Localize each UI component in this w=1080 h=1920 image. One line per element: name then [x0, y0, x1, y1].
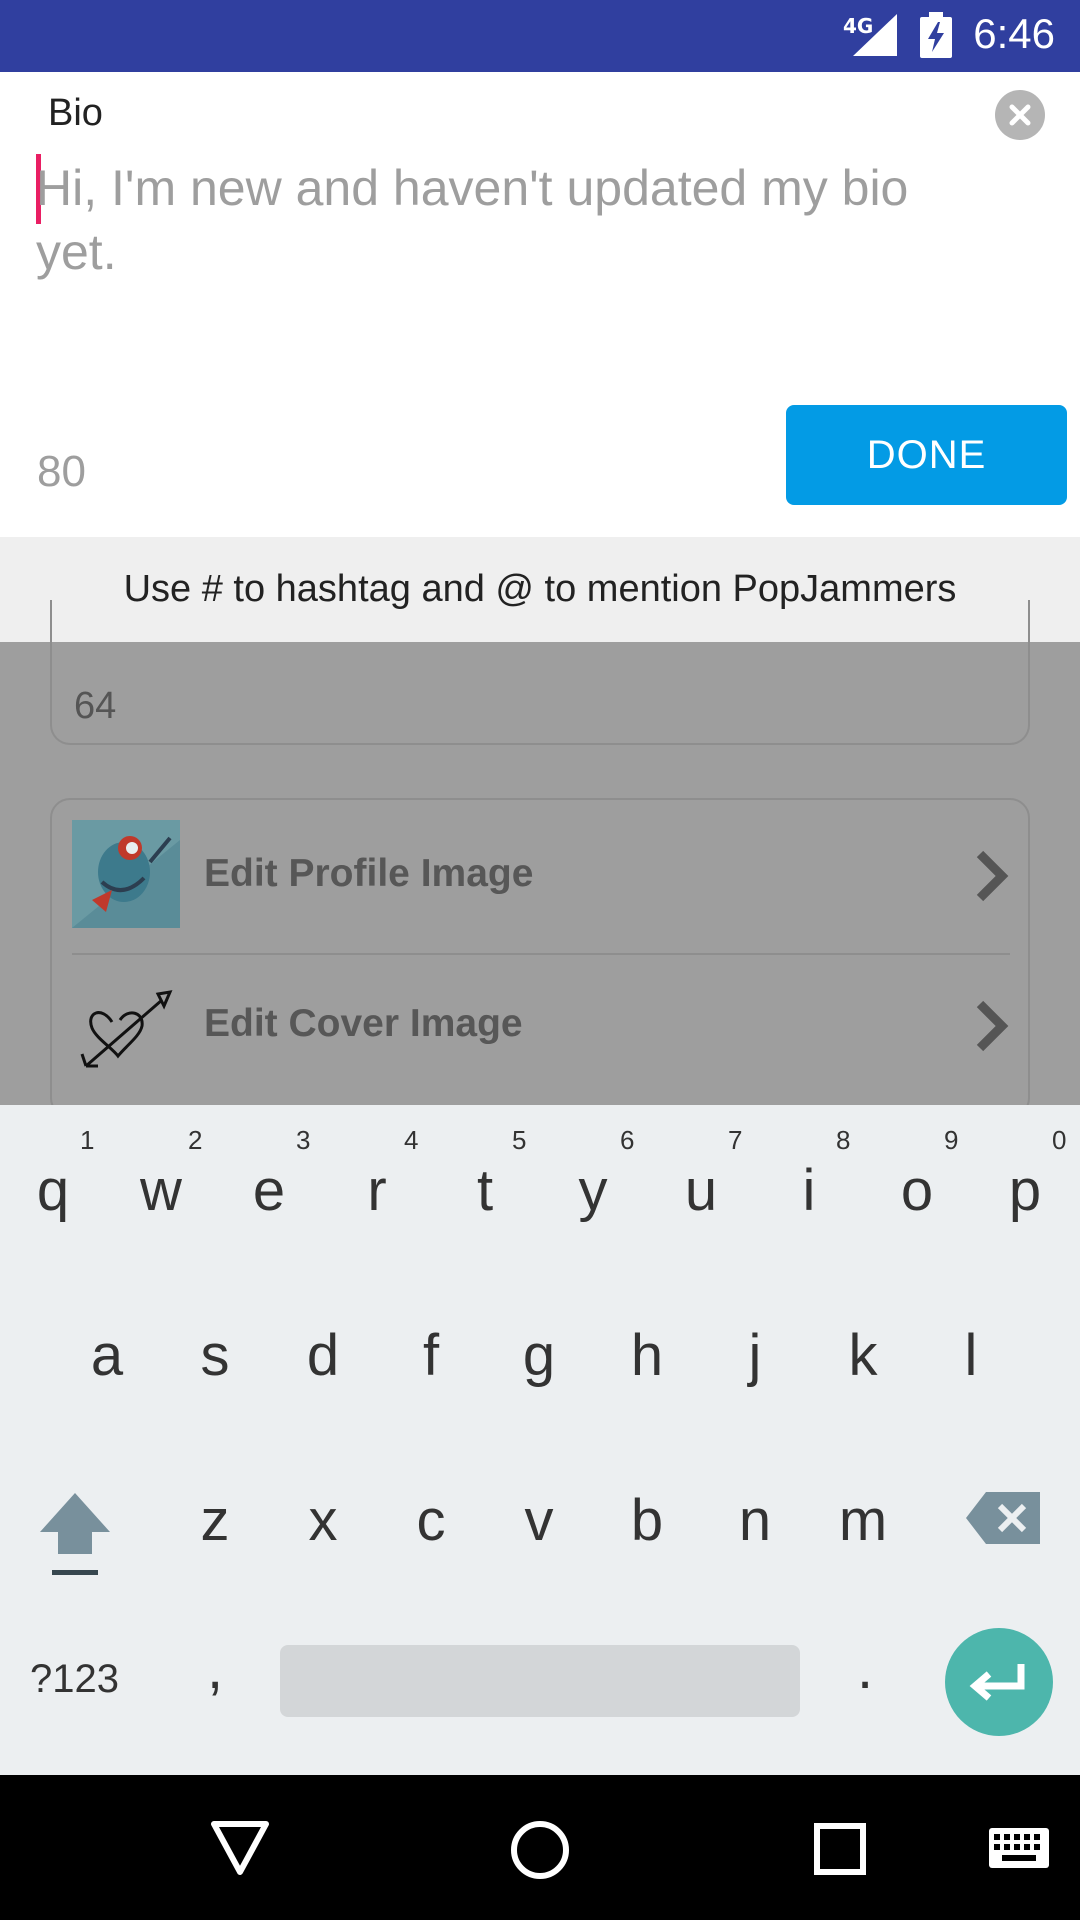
key-a[interactable]: a [62, 1322, 152, 1389]
key-m[interactable]: m [818, 1487, 908, 1554]
enter-icon [969, 1664, 1025, 1701]
key-period[interactable]: . [820, 1635, 910, 1702]
enter-key[interactable] [945, 1628, 1053, 1736]
key-y[interactable]: y [548, 1157, 638, 1224]
chevron-right-icon [976, 850, 1009, 902]
key-k[interactable]: k [818, 1322, 908, 1389]
space-key[interactable] [280, 1645, 800, 1717]
background-char-count: 64 [74, 685, 117, 727]
key-hint: 7 [728, 1125, 743, 1155]
battery-charging-icon [920, 12, 952, 58]
clock: 6:46 [973, 10, 1055, 57]
edit-profile-image-row[interactable]: Edit Profile Image [72, 820, 1010, 950]
key-e[interactable]: e [224, 1157, 314, 1224]
key-o[interactable]: o [872, 1157, 962, 1224]
backspace-icon[interactable] [966, 1490, 1042, 1546]
close-icon [1009, 104, 1031, 126]
key-hint: 4 [404, 1125, 419, 1155]
key-u[interactable]: u [656, 1157, 746, 1224]
soft-keyboard: 1 2 3 4 5 6 7 8 9 0 q w e r t y u i o p … [0, 1105, 1080, 1775]
key-b[interactable]: b [602, 1487, 692, 1554]
chevron-right-icon [976, 1000, 1009, 1052]
key-p[interactable]: p [980, 1157, 1070, 1224]
key-hint: 5 [512, 1125, 527, 1155]
bio-label: Bio [48, 92, 103, 134]
key-c[interactable]: c [386, 1487, 476, 1554]
key-hint: 1 [80, 1125, 95, 1155]
char-count: 80 [37, 447, 86, 496]
key-h[interactable]: h [602, 1322, 692, 1389]
row-divider [72, 953, 1010, 955]
recents-icon[interactable] [814, 1823, 866, 1875]
key-t[interactable]: t [440, 1157, 530, 1224]
key-hint: 0 [1052, 1125, 1067, 1155]
key-j[interactable]: j [710, 1322, 800, 1389]
background-field-card: 64 [50, 600, 1030, 745]
key-q[interactable]: q [8, 1157, 98, 1224]
key-hint: 8 [836, 1125, 851, 1155]
status-bar: 4G 6:46 [0, 0, 1080, 72]
key-d[interactable]: d [278, 1322, 368, 1389]
keyboard-icon[interactable] [988, 1827, 1050, 1869]
navigation-bar [0, 1775, 1080, 1920]
key-l[interactable]: l [926, 1322, 1016, 1389]
edit-cover-image-label: Edit Cover Image [204, 1002, 523, 1045]
edit-profile-image-label: Edit Profile Image [204, 852, 534, 895]
back-icon[interactable] [210, 1820, 270, 1876]
key-v[interactable]: v [494, 1487, 584, 1554]
key-z[interactable]: z [170, 1487, 260, 1554]
cover-image-thumbnail [80, 990, 173, 1068]
key-comma[interactable]: , [170, 1635, 260, 1702]
key-f[interactable]: f [386, 1322, 476, 1389]
done-button[interactable]: DONE [786, 405, 1067, 505]
profile-image-thumbnail [72, 820, 180, 928]
key-hint: 9 [944, 1125, 959, 1155]
key-x[interactable]: x [278, 1487, 368, 1554]
key-n[interactable]: n [710, 1487, 800, 1554]
home-icon[interactable] [510, 1820, 570, 1880]
key-i[interactable]: i [764, 1157, 854, 1224]
key-r[interactable]: r [332, 1157, 422, 1224]
close-button[interactable] [995, 90, 1045, 140]
key-hint: 3 [296, 1125, 311, 1155]
symbols-key[interactable]: ?123 [30, 1657, 119, 1702]
shift-icon[interactable] [38, 1488, 112, 1578]
key-hint: 6 [620, 1125, 635, 1155]
key-s[interactable]: s [170, 1322, 260, 1389]
signal-icon [853, 14, 897, 56]
key-w[interactable]: w [116, 1157, 206, 1224]
bio-input[interactable]: Hi, I'm new and haven't updated my bio y… [36, 156, 996, 284]
key-g[interactable]: g [494, 1322, 584, 1389]
background-image-options-card: Edit Profile Image Edit Cover Image [50, 798, 1030, 1118]
edit-cover-image-row[interactable]: Edit Cover Image [72, 970, 1010, 1100]
bio-editor-panel: Bio Hi, I'm new and haven't updated my b… [0, 72, 1080, 537]
key-hint: 2 [188, 1125, 203, 1155]
